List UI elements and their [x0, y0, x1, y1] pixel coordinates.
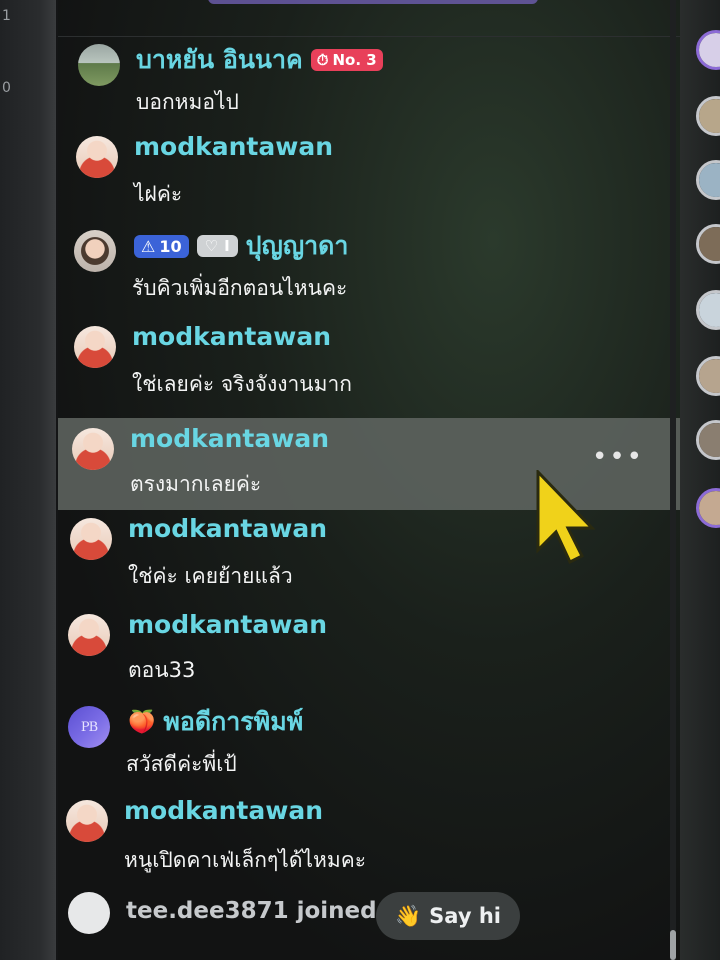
chat-message[interactable]: modkantawan ตอน33 — [58, 604, 680, 696]
username[interactable]: modkantawan — [128, 610, 327, 639]
live-chat-panel: บาหยัน อินนาค ⏱ No. 3 บอกหมอไป modkantaw… — [58, 0, 680, 960]
left-strip-mark: 1 — [2, 8, 11, 24]
wave-icon: 👋 — [395, 903, 422, 928]
viewer-avatar[interactable] — [696, 290, 720, 330]
username[interactable]: modkantawan — [134, 132, 333, 161]
fan-badge-label: I — [224, 237, 230, 255]
level-badge-value: 10 — [159, 236, 182, 256]
username[interactable]: modkantawan — [132, 322, 331, 351]
user-avatar[interactable] — [72, 428, 114, 470]
message-text: ใช่ค่ะ เคยย้ายแล้ว — [128, 564, 293, 588]
chat-scrollbar[interactable] — [670, 0, 676, 960]
viewer-avatar[interactable] — [696, 356, 720, 396]
say-hi-button[interactable]: 👋 Say hi — [376, 892, 520, 940]
user-avatar[interactable] — [78, 44, 120, 86]
user-avatar[interactable] — [66, 800, 108, 842]
viewer-avatar[interactable] — [696, 30, 720, 70]
rank-badge-label: No. 3 — [332, 51, 377, 69]
stopwatch-icon: ⏱ — [316, 51, 329, 69]
more-options-button[interactable]: ••• — [592, 442, 644, 472]
username[interactable]: พอดีการพิมพ์ — [163, 702, 303, 742]
chat-message[interactable]: modkantawan ใช่เลยค่ะ จริงจังงานมาก — [58, 316, 680, 408]
viewer-avatar[interactable] — [696, 160, 720, 200]
viewer-avatar[interactable] — [696, 96, 720, 136]
avatar-initials: PB — [80, 719, 98, 735]
chat-message[interactable]: บาหยัน อินนาค ⏱ No. 3 บอกหมอไป — [58, 34, 680, 126]
message-text: บอกหมอไป — [136, 90, 239, 114]
user-avatar[interactable] — [68, 614, 110, 656]
level-triangle-icon: ⚠ — [141, 236, 156, 256]
message-text: ตอน33 — [128, 658, 196, 682]
viewer-avatar[interactable] — [696, 488, 720, 528]
username[interactable]: ปุญญาดา — [246, 226, 349, 266]
username[interactable]: บาหยัน อินนาค — [136, 40, 303, 80]
username[interactable]: modkantawan — [124, 796, 323, 825]
message-text: ตรงมากเลยค่ะ — [130, 472, 262, 496]
fan-badge: ♡ I — [196, 235, 238, 257]
chat-message[interactable]: ⚠ 10 ♡ I ปุญญาดา รับคิวเพิ่มอีกตอนไหนคะ — [58, 220, 680, 312]
say-hi-label: Say hi — [429, 904, 501, 928]
message-text: รับคิวเพิ่มอีกตอนไหนคะ — [132, 276, 348, 300]
username[interactable]: modkantawan — [130, 424, 329, 453]
left-sidebar-strip: 1 0 — [0, 0, 56, 960]
viewer-avatar[interactable] — [696, 420, 720, 460]
top-bar-edge — [208, 0, 538, 4]
scrollbar-thumb[interactable] — [670, 930, 676, 960]
user-avatar[interactable] — [76, 136, 118, 178]
mouse-cursor-icon — [536, 470, 596, 565]
viewer-avatar-rail — [680, 0, 720, 960]
level-badge: ⚠ 10 — [134, 234, 189, 258]
chat-message[interactable]: modkantawan หนูเปิดคาเฟ่เล็กๆได้ไหมคะ — [58, 790, 680, 882]
message-text: ไฝค่ะ — [134, 182, 183, 206]
username[interactable]: modkantawan — [128, 514, 327, 543]
viewer-avatar[interactable] — [696, 224, 720, 264]
joined-text: tee.dee3871 joined — [126, 898, 377, 924]
peach-icon: 🍑 — [128, 709, 156, 735]
message-text: ใช่เลยค่ะ จริงจังงานมาก — [132, 372, 353, 396]
user-avatar[interactable] — [74, 326, 116, 368]
user-avatar[interactable] — [74, 230, 116, 272]
join-notification: tee.dee3871 joined 👋 Say hi — [58, 880, 680, 950]
message-text: หนูเปิดคาเฟ่เล็กๆได้ไหมคะ — [124, 848, 367, 872]
chat-message[interactable]: PB 🍑 พอดีการพิมพ์ สวัสดีค่ะพี่เป้ — [58, 696, 680, 788]
joined-user-avatar[interactable] — [68, 892, 110, 934]
left-strip-mark: 0 — [2, 80, 11, 96]
chat-message[interactable]: modkantawan ไฝค่ะ — [58, 126, 680, 218]
user-avatar[interactable] — [70, 518, 112, 560]
message-text: สวัสดีค่ะพี่เป้ — [126, 752, 237, 776]
heart-icon: ♡ — [204, 237, 219, 255]
user-avatar[interactable]: PB — [68, 706, 110, 748]
rank-badge: ⏱ No. 3 — [310, 49, 383, 71]
